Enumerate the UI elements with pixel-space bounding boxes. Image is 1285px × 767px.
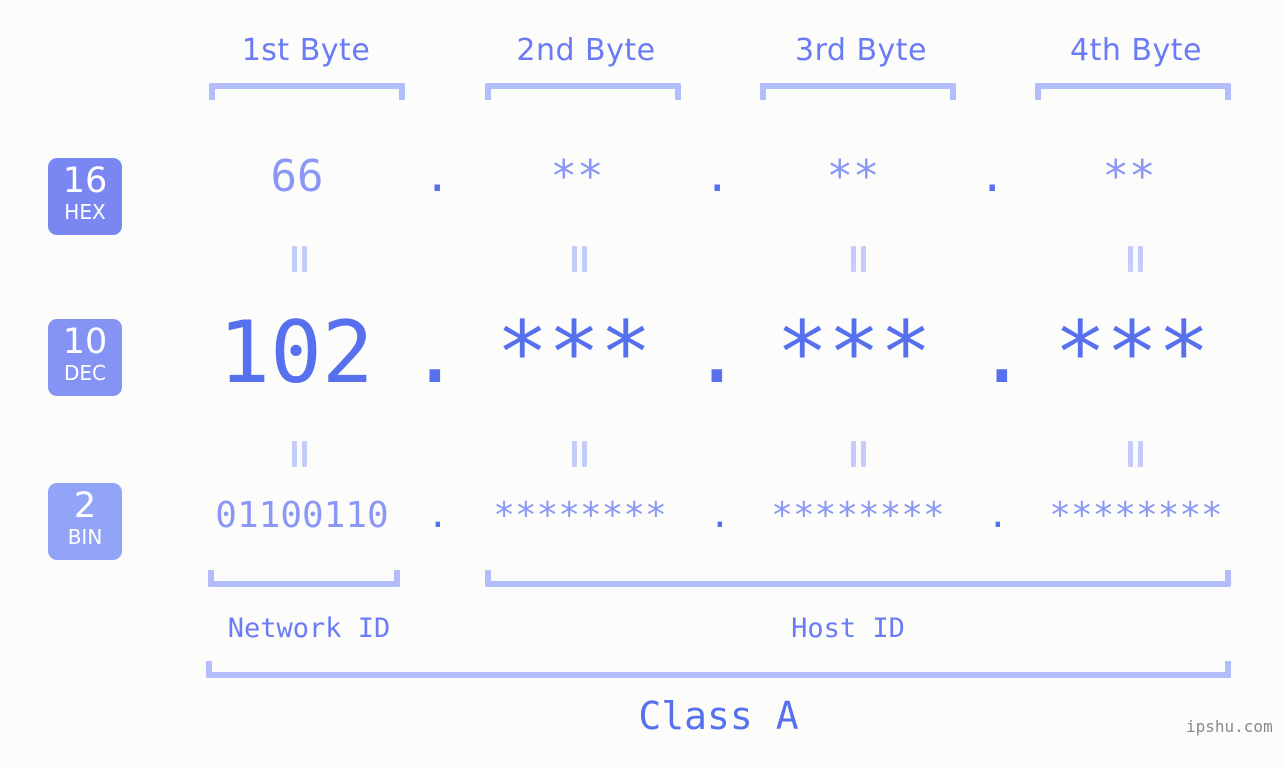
radix-badge-bin-base: 2 [73,486,97,526]
byte-header-1: 1st Byte [241,33,371,68]
network-id-bracket [208,570,400,587]
bin-separator-2: . [709,495,731,536]
hex-byte-2-value: ** [550,151,604,202]
byte-header-4: 4th Byte [1070,33,1202,68]
host-id-bracket [485,570,1231,587]
equivalence-mark-hex-dec-1 [292,246,308,272]
host-id-label: Host ID [791,613,905,644]
hex-separator-1: . [424,151,451,202]
radix-badge-bin-name: BIN [67,525,103,549]
site-watermark: ipshu.com [1186,717,1273,736]
equivalence-mark-dec-bin-2 [572,441,588,467]
network-id-label: Network ID [227,613,391,644]
radix-badge-dec: 10 DEC [48,319,122,396]
bin-byte-1-value: 01100110 [215,495,389,536]
class-label: Class A [638,694,799,738]
equivalence-mark-dec-bin-4 [1128,441,1144,467]
bin-separator-1: . [427,495,449,536]
dec-byte-3-value: *** [776,303,932,403]
bin-byte-2-value: ******** [493,495,667,536]
radix-badge-bin: 2 BIN [48,483,122,560]
bin-byte-4-value: ******** [1049,495,1223,536]
dec-separator-1: . [409,303,461,403]
dec-byte-1-value: 102 [218,303,374,403]
equivalence-mark-hex-dec-4 [1128,246,1144,272]
hex-separator-3: . [979,151,1006,202]
radix-badge-hex: 16 HEX [48,158,122,235]
equivalence-mark-hex-dec-2 [572,246,588,272]
dec-separator-3: . [976,303,1028,403]
equivalence-mark-dec-bin-1 [292,441,308,467]
equivalence-mark-dec-bin-3 [851,441,867,467]
bin-byte-3-value: ******** [771,495,945,536]
byte-bracket-4 [1035,83,1231,100]
byte-header-3: 3rd Byte [794,33,928,68]
equivalence-mark-hex-dec-3 [851,246,867,272]
radix-badge-dec-base: 10 [62,322,108,362]
byte-bracket-1 [209,83,405,100]
dec-byte-2-value: *** [496,303,652,403]
dec-byte-4-value: *** [1054,303,1210,403]
byte-header-2: 2nd Byte [516,33,656,68]
ip-byte-breakdown-diagram: 1st Byte 2nd Byte 3rd Byte 4th Byte 16 H… [0,0,1285,767]
hex-separator-2: . [704,151,731,202]
hex-byte-3-value: ** [826,151,880,202]
hex-byte-1-value: 66 [270,151,324,202]
bin-separator-3: . [987,495,1009,536]
hex-byte-4-value: ** [1102,151,1156,202]
byte-bracket-3 [760,83,956,100]
dec-separator-2: . [691,303,743,403]
radix-badge-dec-name: DEC [63,361,106,385]
radix-badge-hex-name: HEX [64,200,106,224]
byte-bracket-2 [485,83,681,100]
class-bracket [206,661,1231,678]
radix-badge-hex-base: 16 [62,161,108,201]
